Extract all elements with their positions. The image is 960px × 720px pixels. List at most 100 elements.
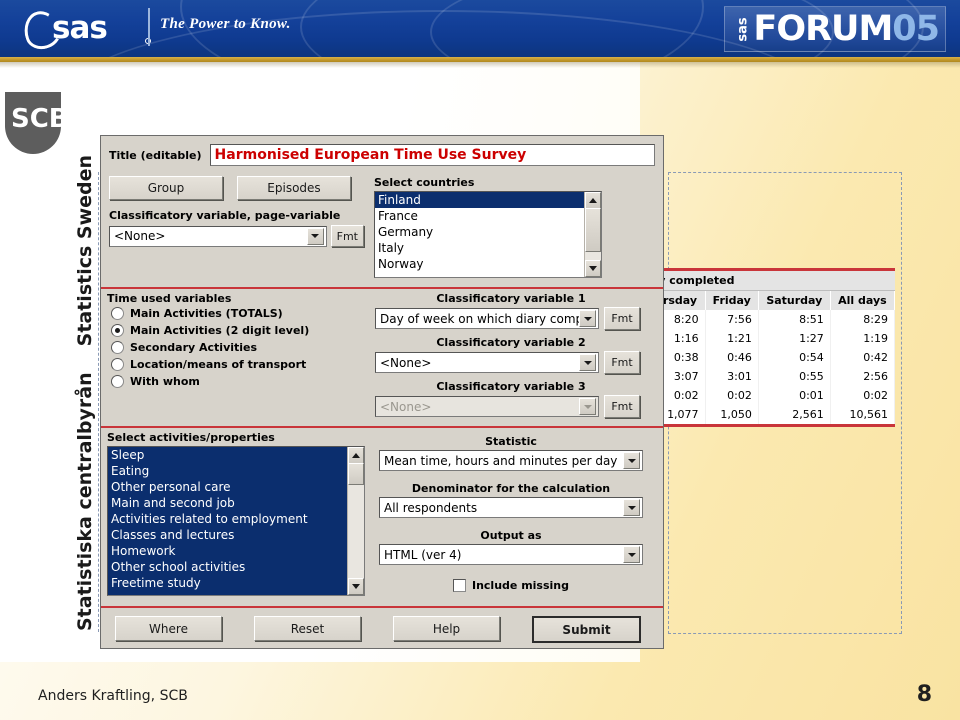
list-item[interactable]: Norway bbox=[375, 256, 585, 272]
classvar1-select[interactable]: Day of week on which diary comp bbox=[375, 308, 599, 329]
output-select[interactable]: HTML (ver 4) bbox=[379, 544, 643, 565]
results-cell: 8:29 bbox=[830, 310, 896, 329]
results-cell: 0:55 bbox=[758, 367, 831, 386]
radio-icon[interactable] bbox=[111, 341, 124, 354]
page-variable-select[interactable]: <None> bbox=[109, 225, 327, 247]
radio-label: Secondary Activities bbox=[130, 341, 258, 354]
activities-scrollbar[interactable] bbox=[347, 447, 364, 595]
page-variable-value: <None> bbox=[114, 229, 166, 243]
radio-location-means-transport[interactable]: Location/means of transport bbox=[107, 356, 365, 373]
title-input[interactable]: Harmonised European Time Use Survey bbox=[209, 144, 655, 166]
list-item[interactable]: Sleep bbox=[108, 447, 348, 463]
scroll-down-icon[interactable] bbox=[348, 578, 364, 595]
footer-author: Anders Kraftling, SCB bbox=[38, 688, 188, 704]
scrollbar-thumb[interactable] bbox=[585, 208, 601, 252]
results-cell: 2,561 bbox=[758, 405, 831, 424]
list-item[interactable]: France bbox=[375, 208, 585, 224]
chevron-down-icon[interactable] bbox=[623, 499, 640, 516]
sas-logo: sas bbox=[19, 6, 151, 54]
results-cell: 1:27 bbox=[758, 329, 831, 348]
sas-banner: sas The Power to Know. sas FORUM 05 bbox=[0, 0, 960, 57]
scb-logo-text: SCB bbox=[11, 104, 69, 134]
org-name-en: Statistics Sweden bbox=[74, 154, 96, 347]
banner-shadow bbox=[0, 62, 960, 68]
radio-main-activities-2-digit[interactable]: Main Activities (2 digit level) bbox=[107, 322, 365, 339]
submit-button[interactable]: Submit bbox=[532, 616, 641, 643]
group-button[interactable]: Group bbox=[109, 176, 223, 200]
page-variable-label: Classificatory variable, page-variable bbox=[109, 209, 341, 222]
countries-scrollbar[interactable] bbox=[584, 192, 601, 277]
classvar3-fmt-button[interactable]: Fmt bbox=[604, 395, 640, 418]
include-missing-row[interactable]: Include missing bbox=[375, 579, 647, 592]
countries-label: Select countries bbox=[374, 176, 475, 189]
scb-logo: SCB bbox=[5, 92, 69, 154]
classvar2-fmt-button[interactable]: Fmt bbox=[604, 351, 640, 374]
statistic-select[interactable]: Mean time, hours and minutes per day bbox=[379, 450, 643, 471]
classvar1-value: Day of week on which diary comp bbox=[380, 311, 579, 326]
help-button[interactable]: Help bbox=[393, 616, 500, 641]
output-label: Output as bbox=[480, 529, 542, 542]
sas-logo-text: sas bbox=[52, 10, 108, 46]
radio-icon[interactable] bbox=[111, 375, 124, 388]
list-item[interactable]: Eating bbox=[108, 463, 348, 479]
list-item[interactable]: Germany bbox=[375, 224, 585, 240]
list-item[interactable]: Activities related to employment bbox=[108, 511, 348, 527]
statistic-value: Mean time, hours and minutes per day bbox=[384, 453, 618, 468]
page-variable-fmt-button[interactable]: Fmt bbox=[330, 225, 364, 247]
activities-label: Select activities/properties bbox=[107, 431, 275, 444]
list-item[interactable]: Classes and lectures bbox=[108, 527, 348, 543]
results-cell: 0:54 bbox=[758, 348, 831, 367]
title-label: Title (editable) bbox=[109, 148, 202, 162]
activities-listbox[interactable]: Sleep Eating Other personal care Main an… bbox=[107, 446, 365, 596]
statistic-label: Statistic bbox=[485, 435, 537, 448]
results-col-header: Saturday bbox=[758, 291, 831, 310]
sas-forum05-logo: sas FORUM 05 bbox=[724, 6, 946, 52]
scrollbar-thumb[interactable] bbox=[348, 463, 364, 485]
results-cell: 8:51 bbox=[758, 310, 831, 329]
time-used-label: Time used variables bbox=[107, 292, 232, 305]
classvar3-label: Classificatory variable 3 bbox=[436, 380, 586, 393]
checkbox-icon[interactable] bbox=[452, 579, 466, 592]
include-missing-label: Include missing bbox=[471, 579, 569, 592]
output-value: HTML (ver 4) bbox=[384, 547, 462, 562]
chevron-down-icon[interactable] bbox=[306, 227, 324, 245]
list-item[interactable]: Italy bbox=[375, 240, 585, 256]
results-cell: 1:21 bbox=[705, 329, 759, 348]
classvar2-select[interactable]: <None> bbox=[375, 352, 599, 373]
classvar1-fmt-button[interactable]: Fmt bbox=[604, 307, 640, 330]
countries-listbox[interactable]: Finland France Germany Italy Norway bbox=[374, 191, 602, 278]
logo-divider bbox=[148, 8, 150, 46]
forum-word-text: FORUM bbox=[753, 8, 893, 49]
radio-with-whom[interactable]: With whom bbox=[107, 373, 365, 390]
results-cell: 3:01 bbox=[705, 367, 759, 386]
results-col-header: All days bbox=[830, 291, 896, 310]
episodes-button[interactable]: Episodes bbox=[237, 176, 351, 200]
forum-year-text: 05 bbox=[892, 8, 940, 49]
reset-button[interactable]: Reset bbox=[254, 616, 361, 641]
scroll-up-icon[interactable] bbox=[585, 192, 601, 209]
scroll-up-icon[interactable] bbox=[348, 447, 364, 464]
radio-icon[interactable] bbox=[111, 358, 124, 371]
list-item[interactable]: Main and second job bbox=[108, 495, 348, 511]
countries-items: Finland France Germany Italy Norway bbox=[375, 192, 585, 272]
results-cell: 0:42 bbox=[830, 348, 896, 367]
list-item[interactable]: Homework bbox=[108, 543, 348, 559]
radio-icon-selected[interactable] bbox=[111, 324, 124, 337]
classvar3-value: <None> bbox=[380, 399, 432, 414]
list-item[interactable]: Other personal care bbox=[108, 479, 348, 495]
where-button[interactable]: Where bbox=[115, 616, 222, 641]
list-item[interactable]: Other school activities bbox=[108, 559, 348, 575]
chevron-down-icon[interactable] bbox=[623, 546, 640, 563]
list-item[interactable]: Finland bbox=[375, 192, 585, 208]
chevron-down-icon[interactable] bbox=[579, 310, 596, 327]
chevron-down-icon[interactable] bbox=[623, 452, 640, 469]
chevron-down-icon[interactable] bbox=[579, 354, 596, 371]
radio-icon[interactable] bbox=[111, 307, 124, 320]
sas-query-form: Title (editable) Harmonised European Tim… bbox=[100, 135, 664, 649]
denominator-select[interactable]: All respondents bbox=[379, 497, 643, 518]
radio-label: With whom bbox=[130, 375, 200, 388]
scroll-down-icon[interactable] bbox=[585, 260, 601, 277]
radio-main-activities-totals[interactable]: Main Activities (TOTALS) bbox=[107, 305, 365, 322]
list-item[interactable]: Freetime study bbox=[108, 575, 348, 591]
radio-secondary-activities[interactable]: Secondary Activities bbox=[107, 339, 365, 356]
